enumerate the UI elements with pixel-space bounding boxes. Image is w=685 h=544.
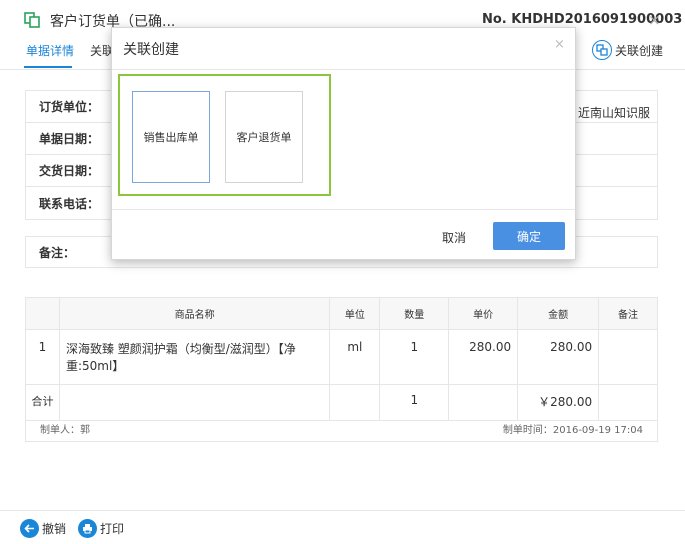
address-partial-text: 近南山知识服 — [578, 106, 651, 120]
delivery-date-label: 交货日期： — [39, 164, 100, 178]
col-header-price: 单价 — [448, 297, 519, 330]
table-footer: 制单人：郭 制单时间：2016-09-19 17:04 — [25, 411, 658, 442]
related-create-dialog: 关联创建 × 销售出库单 客户退货单 取消 确定 — [111, 27, 576, 260]
related-create-link[interactable]: 关联创建 — [592, 40, 663, 60]
undo-button[interactable]: 撤销 — [20, 519, 66, 538]
bottom-divider — [0, 510, 685, 511]
close-icon[interactable]: × — [648, 12, 661, 28]
maker-text: 制单人：郭 — [40, 425, 90, 436]
remark-label: 备注： — [39, 245, 76, 260]
doc-date-label: 单据日期： — [39, 132, 100, 146]
col-header-index — [25, 297, 60, 330]
undo-label: 撤销 — [42, 522, 67, 536]
col-header-name: 商品名称 — [58, 297, 331, 330]
col-header-unit: 单位 — [329, 297, 381, 330]
made-time-text: 制单时间：2016-09-19 17:04 — [502, 425, 643, 436]
tab-details[interactable]: 单据详情 — [26, 42, 74, 59]
confirm-label: 确定 — [516, 229, 541, 244]
table-header-row: 商品名称 单位 数量 单价 金额 备注 — [25, 297, 658, 330]
phone-label: 联系电话： — [39, 196, 100, 211]
dialog-title-divider — [112, 69, 575, 70]
order-unit-label: 订货单位： — [39, 100, 100, 114]
option-customer-return[interactable]: 客户退货单 — [225, 91, 303, 183]
table-row: 1 深海致臻 塑颜润护霜（均衡型/滋润型）【净重:50ml】 ml 1 280.… — [25, 329, 658, 385]
product-table: 商品名称 单位 数量 单价 金额 备注 1 深海致臻 塑颜润护霜（均衡型/滋润型… — [25, 297, 658, 421]
row-note — [598, 329, 658, 385]
option-sales-outbound[interactable]: 销售出库单 — [132, 91, 210, 183]
col-header-amount: 金额 — [517, 297, 600, 330]
dialog-footer-divider — [112, 209, 575, 210]
document-copy-icon — [24, 12, 40, 28]
confirm-button[interactable]: 确定 — [493, 222, 565, 250]
active-tab-indicator — [24, 66, 72, 68]
link-create-icon — [592, 40, 612, 60]
col-header-note: 备注 — [598, 297, 658, 330]
print-label: 打印 — [100, 522, 125, 536]
row-product-name: 深海致臻 塑颜润护霜（均衡型/滋润型）【净重:50ml】 — [58, 329, 331, 385]
col-header-qty: 数量 — [379, 297, 450, 330]
row-qty: 1 — [379, 329, 450, 385]
row-unit: ml — [329, 329, 381, 385]
printer-icon — [78, 519, 97, 538]
row-price: 280.00 — [448, 329, 519, 385]
related-create-label: 关联创建 — [615, 43, 664, 58]
option-customer-return-label: 客户退货单 — [236, 131, 292, 144]
row-amount: 280.00 — [517, 329, 600, 385]
dialog-title: 关联创建 — [123, 42, 179, 58]
dialog-close-icon[interactable]: × — [554, 37, 565, 52]
option-sales-outbound-label: 销售出库单 — [143, 131, 199, 144]
back-arrow-icon — [20, 519, 39, 538]
row-index: 1 — [25, 329, 60, 385]
print-button[interactable]: 打印 — [78, 519, 124, 538]
options-highlight-frame: 销售出库单 客户退货单 — [118, 74, 331, 196]
cancel-button[interactable]: 取消 — [442, 229, 466, 246]
